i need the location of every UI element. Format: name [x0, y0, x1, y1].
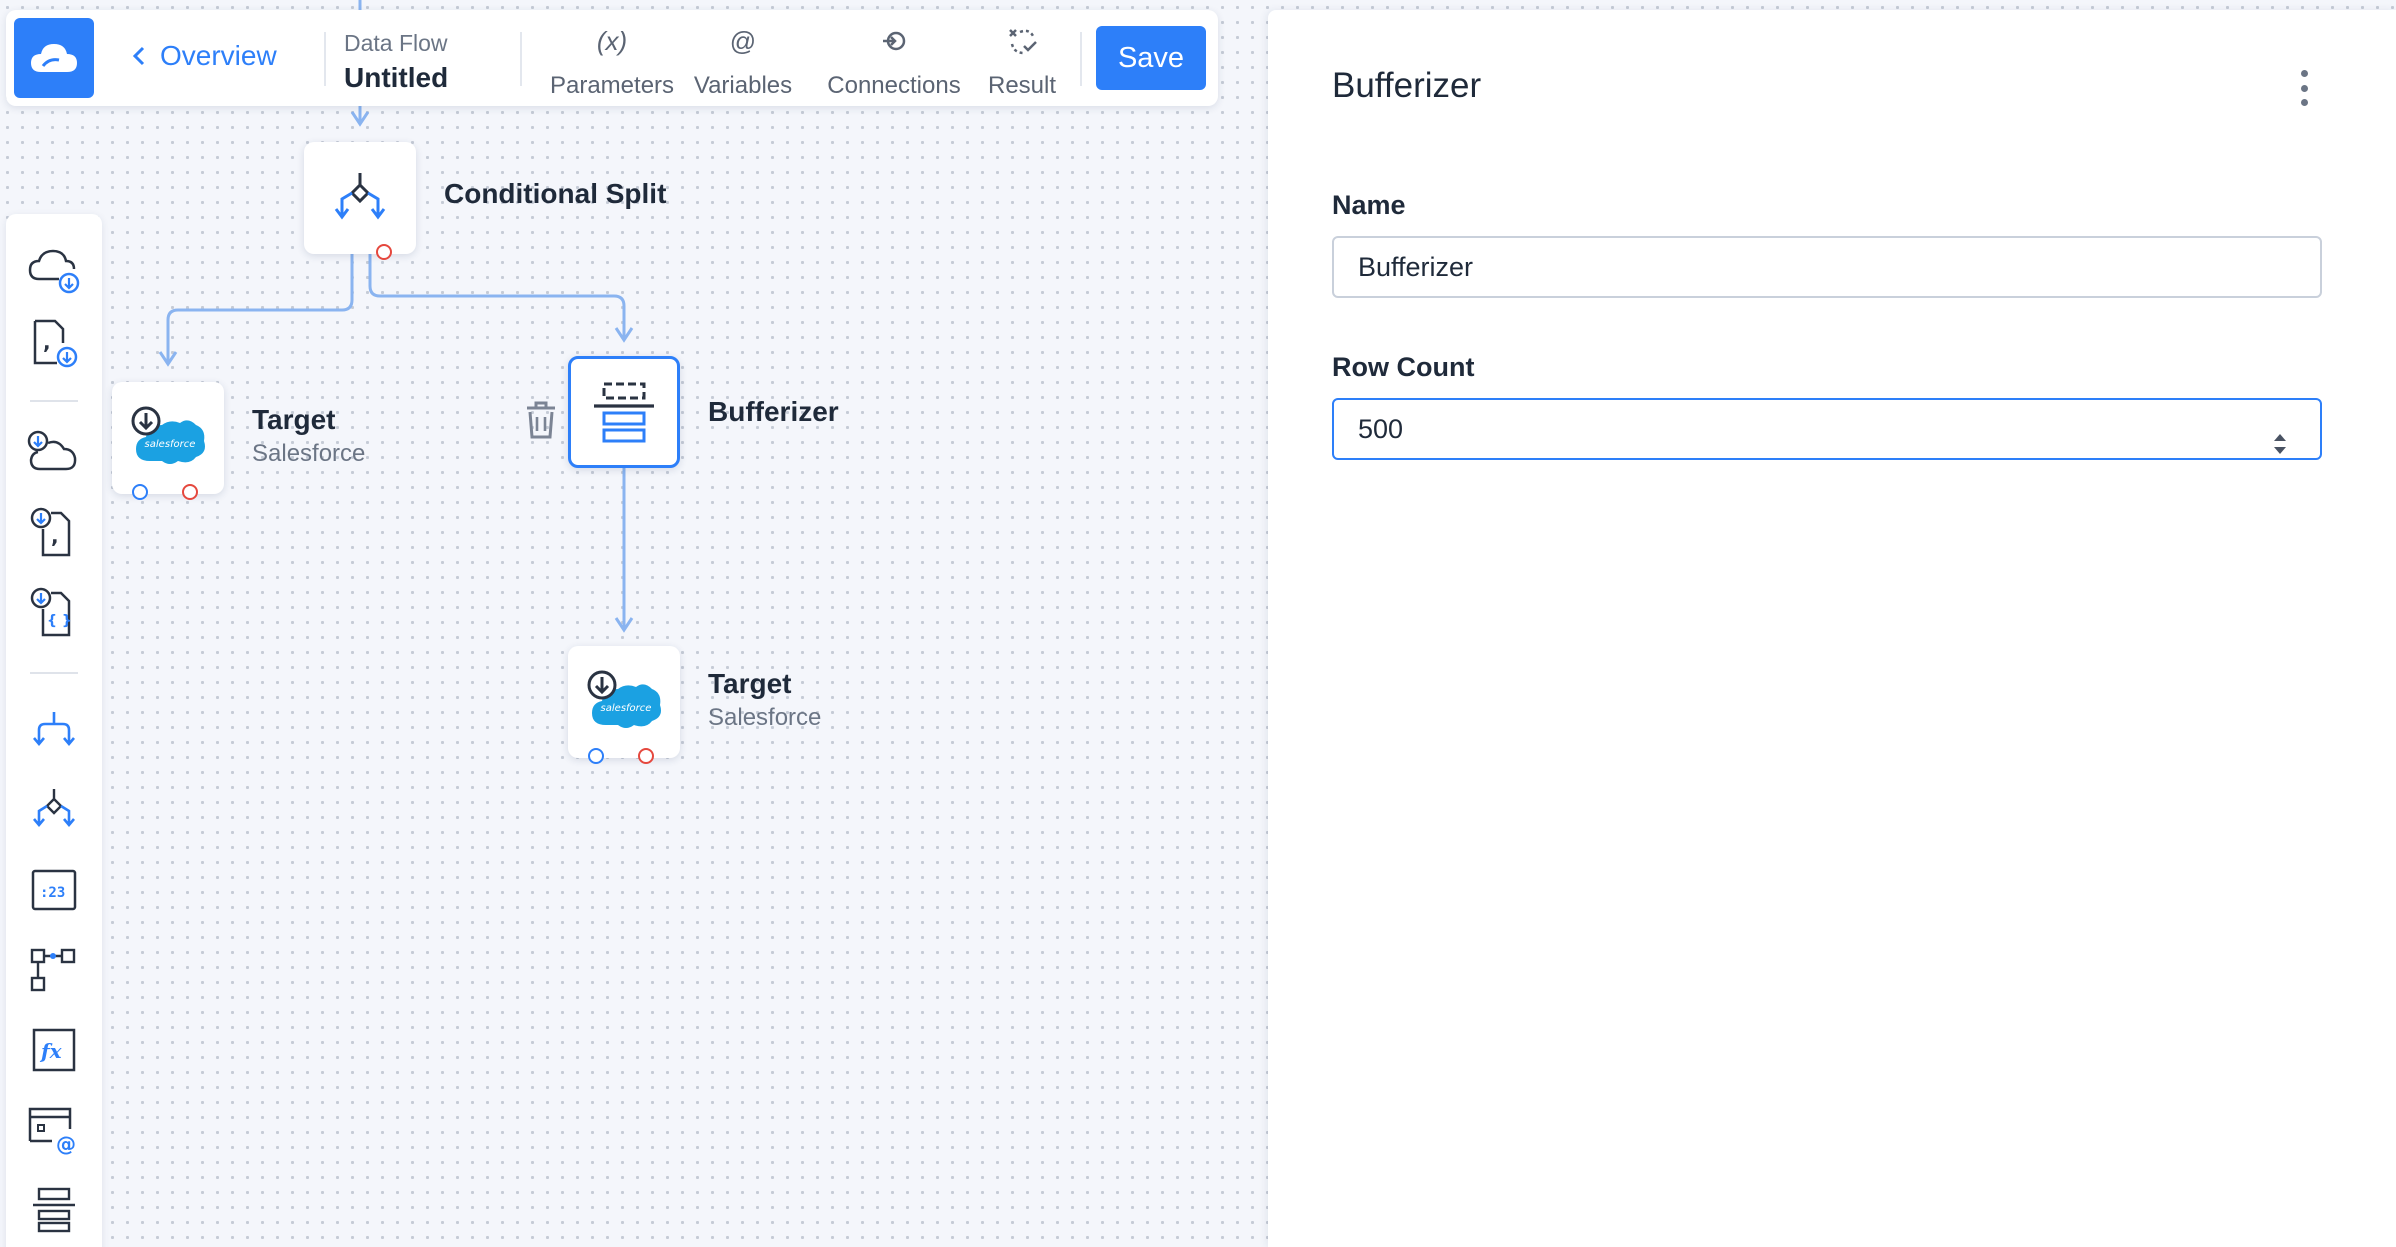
node-title: Target [708, 668, 792, 699]
back-to-overview-link[interactable]: Overview [132, 34, 277, 78]
back-label: Overview [160, 40, 277, 71]
more-options-icon[interactable] [2292, 66, 2316, 110]
salesforce-target-node[interactable]: salesforce [568, 646, 680, 764]
salesforce-target-icon: salesforce [131, 406, 205, 464]
cloud-source-icon[interactable] [26, 240, 82, 300]
salesforce-wordmark: salesforce [601, 703, 652, 714]
output-port[interactable] [638, 748, 654, 764]
edge-split-to-left-target [166, 254, 354, 364]
conditional-split-icon [334, 173, 386, 220]
value-icon[interactable]: :23 [26, 860, 82, 920]
parameters-label: Parameters [549, 72, 675, 99]
output-port[interactable] [376, 244, 392, 260]
bufferizer-node[interactable] [568, 356, 680, 468]
variables-icon: @ [729, 25, 757, 56]
salesforce-wordmark: salesforce [145, 439, 196, 450]
result-label: Result [987, 72, 1057, 99]
svg-text:{ }: { } [47, 613, 72, 629]
svg-text:fx: fx [39, 1039, 63, 1063]
variable-icon[interactable]: @ [26, 1100, 82, 1160]
delete-node-button[interactable] [524, 400, 560, 440]
result-icon [1006, 24, 1038, 58]
component-palette: , , { } :23 fx @ [6, 214, 102, 1247]
input-port[interactable] [588, 748, 604, 764]
flow-kind: Data Flow [344, 30, 448, 56]
conditional-split-icon[interactable] [26, 780, 82, 840]
bufferizer-icon[interactable] [26, 1180, 82, 1240]
panel-title: Bufferizer [1332, 66, 1482, 105]
connections-icon [881, 24, 907, 58]
node-subtitle: Salesforce [708, 704, 822, 731]
top-toolbar: Overview Data Flow Untitled (x) Paramete… [6, 10, 1218, 106]
svg-text::23: :23 [40, 885, 65, 901]
save-button[interactable]: Save [1096, 26, 1206, 90]
node-title: Bufferizer [708, 396, 839, 427]
svg-text:,: , [43, 330, 51, 354]
salesforce-target-node[interactable]: salesforce [112, 382, 224, 500]
variables-button[interactable]: @ Variables [690, 24, 796, 100]
cloud-logo-icon [31, 44, 77, 72]
name-input[interactable] [1332, 236, 2322, 298]
name-label: Name [1332, 190, 1406, 220]
split-icon[interactable] [26, 700, 82, 760]
palette-divider [30, 672, 78, 674]
parameters-icon: (x) [596, 25, 628, 56]
row-count-label: Row Count [1332, 352, 1475, 382]
svg-text:,: , [51, 524, 59, 548]
result-button[interactable]: Result [980, 24, 1064, 100]
output-port[interactable] [182, 484, 198, 500]
lookup-icon[interactable] [26, 940, 82, 1000]
toolbar-divider [520, 32, 522, 86]
parameters-button[interactable]: (x) Parameters [550, 24, 674, 100]
node-subtitle: Salesforce [252, 440, 366, 467]
chevron-left-icon [132, 46, 145, 66]
json-target-icon[interactable]: { } [26, 584, 82, 644]
expression-icon[interactable]: fx [26, 1020, 82, 1080]
node-title: Target [252, 404, 336, 435]
salesforce-target-icon: salesforce [587, 670, 661, 728]
variables-label: Variables [693, 72, 793, 99]
svg-text:@: @ [56, 1132, 76, 1156]
csv-target-icon[interactable]: , [26, 504, 82, 564]
bufferizer-icon [594, 382, 654, 443]
palette-divider [30, 400, 78, 402]
row-count-input[interactable] [1332, 398, 2322, 460]
input-port[interactable] [132, 484, 148, 500]
node-title: Conditional Split [444, 178, 667, 209]
cloud-target-icon[interactable] [26, 424, 82, 484]
flow-title[interactable]: Untitled [344, 62, 448, 94]
row-count-stepper[interactable] [2268, 428, 2292, 460]
stepper-arrows-icon [2274, 434, 2286, 454]
toolbar-divider [1080, 32, 1082, 86]
conditional-split-node[interactable] [304, 142, 416, 260]
connections-label: Connections [827, 72, 961, 99]
toolbar-divider [324, 32, 326, 86]
connections-button[interactable]: Connections [820, 24, 968, 100]
trash-icon [527, 401, 555, 439]
csv-source-icon[interactable]: , [26, 314, 82, 374]
properties-panel: Bufferizer Name Row Count [1268, 10, 2396, 1247]
edge-split-to-bufferizer [368, 254, 626, 340]
app-logo[interactable] [14, 18, 94, 98]
